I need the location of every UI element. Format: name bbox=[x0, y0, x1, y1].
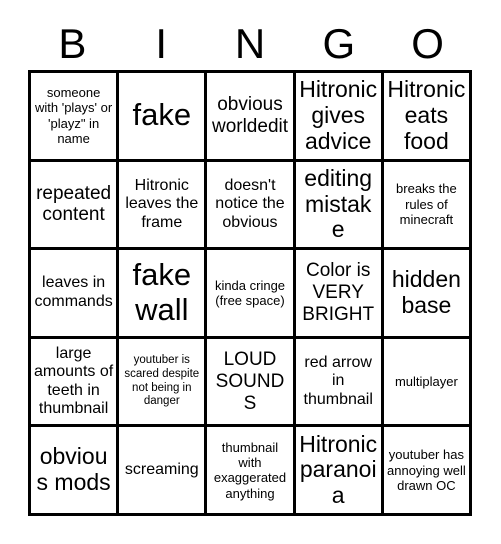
bingo-header-letter-g: G bbox=[322, 20, 356, 67]
bingo-cell-label: obvious mods bbox=[36, 443, 111, 496]
bingo-cell-label: Hitronic eats food bbox=[387, 76, 466, 154]
bingo-cell-r2c5[interactable]: breaks the rules of minecraft bbox=[383, 161, 472, 251]
bingo-cell-label: fake bbox=[132, 97, 192, 133]
bingo-header-letter-i: I bbox=[155, 20, 168, 67]
bingo-cell-r1c2[interactable]: fake bbox=[119, 73, 208, 162]
bingo-cell-r1c4[interactable]: Hitronic gives advice bbox=[295, 73, 384, 162]
bingo-cell-r3c2[interactable]: fake wall bbox=[119, 250, 208, 339]
bingo-cell-label: obvious worldedit bbox=[211, 93, 289, 137]
bingo-cell-r4c5[interactable]: multiplayer bbox=[383, 338, 472, 428]
bingo-cell-r3c1[interactable]: leaves in commands bbox=[31, 250, 120, 339]
bingo-cell-label: screaming bbox=[124, 460, 199, 478]
bingo-cell-r5c4[interactable]: Hitronic paranoia bbox=[295, 427, 384, 516]
bingo-cell-r2c2[interactable]: Hitronic leaves the frame bbox=[119, 161, 208, 251]
bingo-cell-r1c1[interactable]: someone with 'plays' or 'playz" in name bbox=[31, 73, 120, 162]
bingo-header-letter-n: N bbox=[234, 20, 266, 67]
bingo-cell-label: red arrow in thumbnail bbox=[303, 353, 373, 408]
bingo-cell-label: repeated content bbox=[36, 182, 112, 226]
bingo-cell-r5c1[interactable]: obvious mods bbox=[31, 427, 120, 516]
bingo-cell-label: hidden base bbox=[391, 266, 461, 318]
bingo-cell-label: Hitronic gives advice bbox=[299, 76, 378, 154]
bingo-cell-r4c2[interactable]: youtuber is scared despite not being in … bbox=[119, 338, 208, 428]
bingo-cell-r5c5[interactable]: youtuber has annoying well drawn OC bbox=[383, 427, 472, 516]
bingo-grid: someone with 'plays' or 'playz" in name … bbox=[28, 70, 472, 516]
bingo-cell-r1c5[interactable]: Hitronic eats food bbox=[383, 73, 472, 162]
bingo-cell-label: Hitronic paranoia bbox=[299, 430, 378, 509]
bingo-cell-r4c1[interactable]: large amounts of teeth in thumbnail bbox=[31, 338, 120, 428]
bingo-cell-r4c3[interactable]: LOUD SOUNDS bbox=[207, 338, 296, 428]
bingo-cell-label: multiplayer bbox=[394, 373, 458, 389]
bingo-header-row: B I N G O bbox=[28, 18, 472, 70]
bingo-cell-label: LOUD SOUNDS bbox=[215, 348, 285, 414]
bingo-cell-r1c3[interactable]: obvious worldedit bbox=[207, 73, 296, 162]
bingo-header-letter-b: B bbox=[58, 20, 87, 67]
bingo-cell-r2c4[interactable]: editing mistake bbox=[295, 161, 384, 251]
bingo-cell-label: thumbnail with exaggerated anything bbox=[213, 439, 287, 501]
bingo-cell-r2c3[interactable]: doesn't notice the obvious bbox=[207, 161, 296, 251]
bingo-cell-free-space[interactable]: kinda cringe (free space) bbox=[207, 250, 296, 339]
bingo-cell-label: youtuber has annoying well drawn OC bbox=[387, 447, 466, 493]
bingo-cell-label: large amounts of teeth in thumbnail bbox=[34, 344, 114, 418]
bingo-cell-label: fake wall bbox=[132, 257, 192, 327]
bingo-cell-label: youtuber is scared despite not being in … bbox=[124, 354, 200, 408]
bingo-cell-label: editing mistake bbox=[304, 164, 373, 243]
bingo-header-letter-o: O bbox=[411, 20, 444, 67]
bingo-cell-label: doesn't notice the obvious bbox=[215, 176, 285, 231]
bingo-cell-r2c1[interactable]: repeated content bbox=[31, 161, 120, 251]
bingo-cell-label: someone with 'plays' or 'playz" in name bbox=[34, 85, 113, 147]
bingo-cell-r3c5[interactable]: hidden base bbox=[383, 250, 472, 339]
bingo-cell-label: leaves in commands bbox=[34, 274, 113, 310]
bingo-cell-r4c4[interactable]: red arrow in thumbnail bbox=[295, 338, 384, 428]
bingo-cell-label: breaks the rules of minecraft bbox=[396, 181, 457, 228]
bingo-cell-r5c2[interactable]: screaming bbox=[119, 427, 208, 516]
bingo-card: B I N G O someone with 'plays' or 'playz… bbox=[0, 0, 501, 544]
bingo-cell-r5c3[interactable]: thumbnail with exaggerated anything bbox=[207, 427, 296, 516]
bingo-cell-r3c4[interactable]: Color is VERY BRIGHT bbox=[295, 250, 384, 339]
bingo-cell-label: Hitronic leaves the frame bbox=[125, 176, 199, 231]
bingo-cell-label: Color is VERY BRIGHT bbox=[302, 260, 375, 325]
bingo-cell-label: kinda cringe (free space) bbox=[214, 277, 286, 308]
